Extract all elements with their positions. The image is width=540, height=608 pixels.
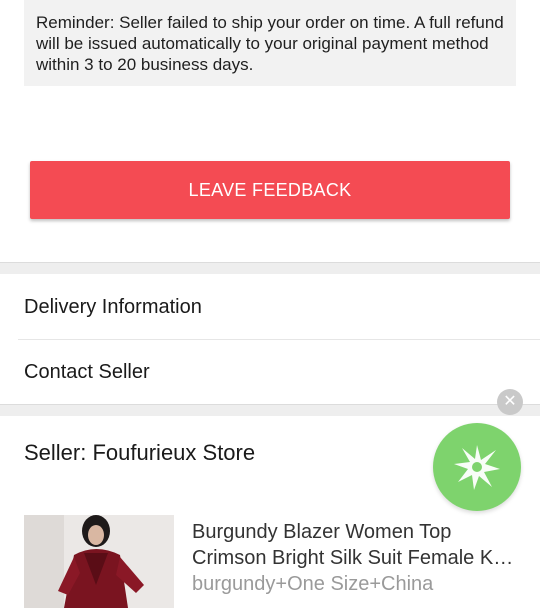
product-title[interactable]: Burgundy Blazer Women Top Crimson Bright… <box>192 519 522 571</box>
contact-seller-row[interactable]: Contact Seller <box>0 340 540 404</box>
sparkle-icon[interactable] <box>433 423 521 511</box>
product-title-line-1: Burgundy Blazer Women Top <box>192 521 452 543</box>
delivery-information-row[interactable]: Delivery Information <box>0 275 540 339</box>
refund-reminder-text: Reminder: Seller failed to ship your ord… <box>36 13 504 74</box>
product-title-line-2: Crimson Bright Silk Suit Female K… <box>192 547 514 569</box>
contact-seller-label: Contact Seller <box>24 360 150 383</box>
section-divider <box>0 262 540 274</box>
seller-name[interactable]: Seller: Foufurieux Store <box>24 440 255 466</box>
close-icon[interactable]: ✕ <box>497 389 523 415</box>
leave-feedback-button[interactable]: LEAVE FEEDBACK <box>30 161 510 219</box>
delivery-information-label: Delivery Information <box>24 295 202 318</box>
refund-reminder: Reminder: Seller failed to ship your ord… <box>24 0 516 86</box>
section-divider <box>0 404 540 416</box>
product-thumbnail[interactable] <box>24 515 174 608</box>
product-variant: burgundy+One Size+China <box>192 573 434 595</box>
